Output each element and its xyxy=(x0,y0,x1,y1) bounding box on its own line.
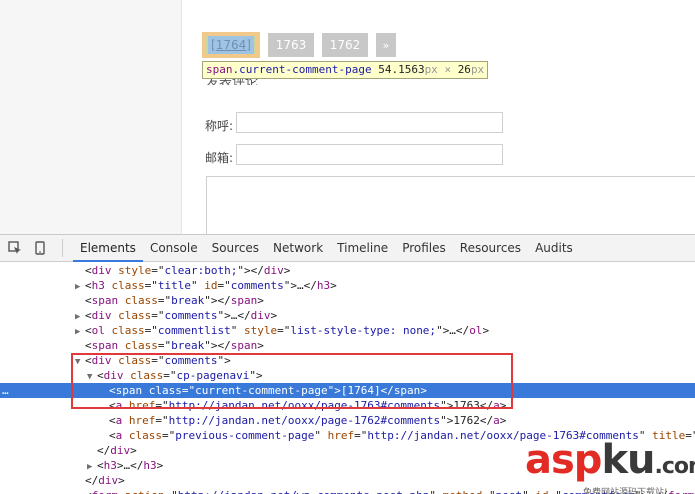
tab-elements[interactable]: Elements xyxy=(73,235,143,262)
dom-node[interactable]: <a href="http://jandan.net/ooxx/page-176… xyxy=(0,413,695,428)
dom-node[interactable]: <div style="clear:both;"></div> xyxy=(0,263,695,278)
selected-node-menu-icon[interactable]: … xyxy=(2,383,9,398)
dom-node[interactable]: ▼ <div class="comments"> xyxy=(0,353,695,368)
name-label: 称呼: xyxy=(205,119,234,133)
current-page-highlight: [1764] xyxy=(202,32,260,58)
tooltip-times: × xyxy=(444,63,452,76)
page-link-1763[interactable]: 1763 xyxy=(268,33,314,57)
dom-node[interactable]: ▶ <ol class="commentlist" style="list-sty… xyxy=(0,323,695,338)
dom-node[interactable]: <a class="previous-comment-page" href="h… xyxy=(0,428,695,443)
devtools-toolbar: Elements Console Sources Network Timelin… xyxy=(0,235,695,262)
dom-node-markup: <div style="clear:both;"></div> xyxy=(85,264,291,277)
dom-node[interactable]: </div> xyxy=(0,443,695,458)
tab-sources[interactable]: Sources xyxy=(205,235,266,262)
element-inspect-tooltip: span.current-comment-page 54.1563px × 26… xyxy=(202,61,489,79)
toolbar-separator xyxy=(62,239,63,257)
tab-network[interactable]: Network xyxy=(266,235,330,262)
dom-node-markup: ▶<form action="http://jandan.net/wp-comm… xyxy=(75,488,695,494)
dom-tree: <div style="clear:both;"></div> ▶ <h3 clas… xyxy=(0,262,695,494)
name-input[interactable] xyxy=(236,112,503,133)
dom-node-markup: <a class="previous-comment-page" href="h… xyxy=(109,429,695,442)
dom-node-selected[interactable]: … <span class="current-comment-page">[176… xyxy=(0,383,695,398)
dom-node-markup: <a href="http://jandan.net/ooxx/page-176… xyxy=(109,399,507,412)
comment-pagination: [1764] 1763 1762 » xyxy=(202,32,404,58)
current-page-number: [1764] xyxy=(208,36,254,54)
dom-node[interactable]: ▼ <div class="cp-pagenavi"> xyxy=(0,368,695,383)
device-mode-icon[interactable] xyxy=(30,238,50,258)
dom-node-markup: <span class="current-comment-page">[1764… xyxy=(109,384,427,397)
tooltip-tag: span xyxy=(206,63,233,76)
page-left-column xyxy=(0,0,182,234)
dom-node[interactable]: <span class="break"></span> xyxy=(0,293,695,308)
dom-node[interactable]: <span class="break"></span> xyxy=(0,338,695,353)
dom-node[interactable]: <a href="http://jandan.net/ooxx/page-176… xyxy=(0,398,695,413)
tooltip-unit-width: px xyxy=(424,63,438,76)
dom-node[interactable]: </div> xyxy=(0,473,695,488)
page-link-1762[interactable]: 1762 xyxy=(322,33,368,57)
expand-toggle-icon[interactable]: ▶ xyxy=(75,490,85,494)
comment-textarea[interactable] xyxy=(206,176,695,234)
tooltip-height: 26 xyxy=(457,63,471,76)
tooltip-width: 54.1563 xyxy=(378,63,425,76)
web-page-viewport: [1764] 1763 1762 » 发表评论 span.current-com… xyxy=(0,0,695,234)
dom-node-markup: </div> xyxy=(85,474,125,487)
devtools-panel: Elements Console Sources Network Timelin… xyxy=(0,234,695,494)
next-page-button[interactable]: » xyxy=(376,33,396,57)
tab-timeline[interactable]: Timeline xyxy=(330,235,395,262)
dom-node[interactable]: ▶ <div class="comments">…</div> xyxy=(0,308,695,323)
email-input[interactable] xyxy=(236,144,503,165)
dom-node[interactable]: ▶<form action="http://jandan.net/wp-comm… xyxy=(0,488,695,494)
tab-resources[interactable]: Resources xyxy=(453,235,528,262)
dom-node-markup: </div> xyxy=(97,444,137,457)
dom-node[interactable]: ▶ <h3 class="title" id="comments">…</h3> xyxy=(0,278,695,293)
tab-profiles[interactable]: Profiles xyxy=(395,235,453,262)
dom-node[interactable]: ▶ <h3>…</h3> xyxy=(0,458,695,473)
inspect-element-icon[interactable] xyxy=(5,238,25,258)
tab-console[interactable]: Console xyxy=(143,235,205,262)
dom-node-markup: <span class="break"></span> xyxy=(85,294,264,307)
dom-node-markup: <span class="break"></span> xyxy=(85,339,264,352)
email-label: 邮箱: xyxy=(205,151,234,165)
tooltip-unit-height: px xyxy=(470,63,485,76)
tooltip-class: .current-comment-page xyxy=(232,63,372,76)
dom-node-markup: <a href="http://jandan.net/ooxx/page-176… xyxy=(109,414,507,427)
tab-audits[interactable]: Audits xyxy=(528,235,580,262)
